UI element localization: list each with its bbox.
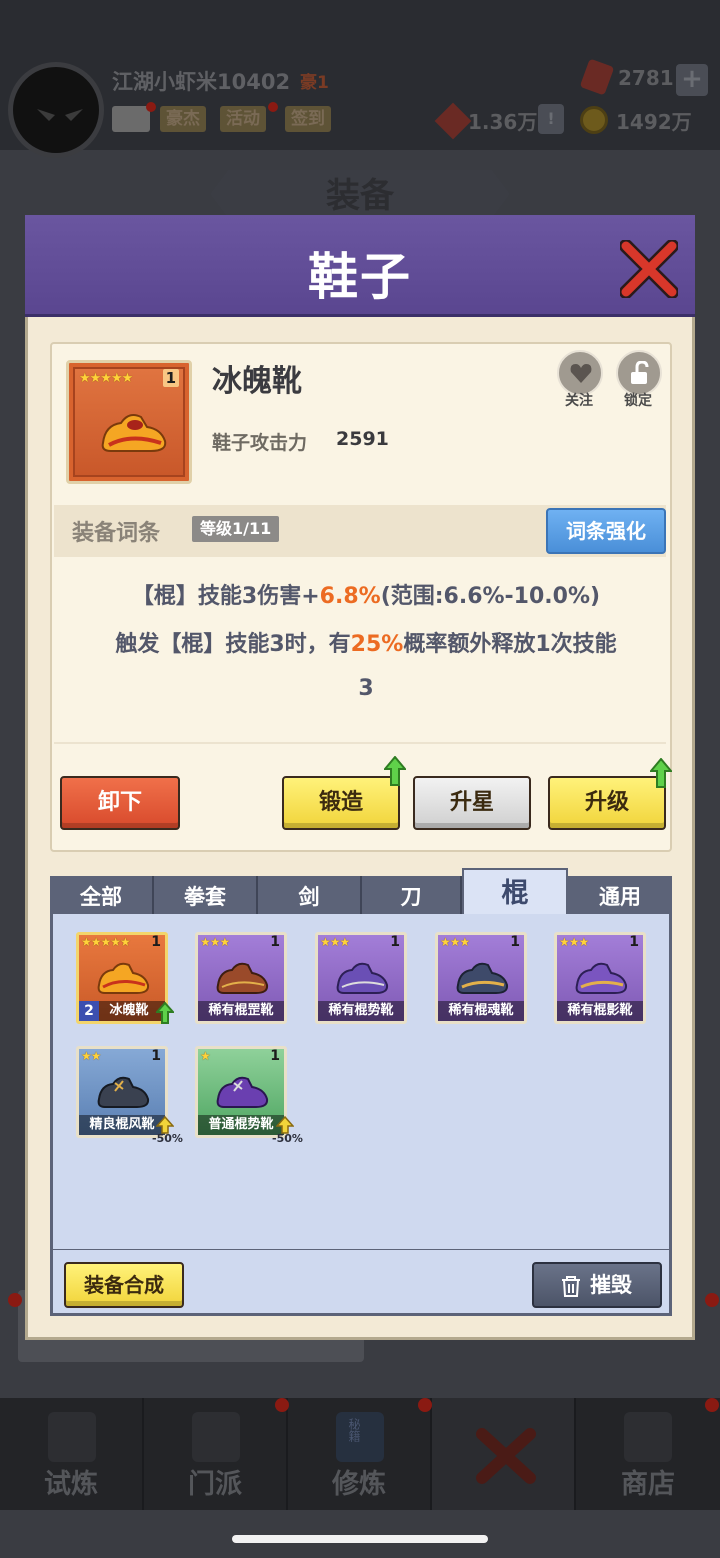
follow-label: 关注 (565, 393, 593, 409)
affix-line-1: 【棍】技能3伤害+6.8%(范围:6.6%-10.0%) (131, 584, 601, 609)
heart-icon (570, 364, 592, 383)
gem-count: 2781 (618, 66, 674, 90)
tab-gauntlet[interactable]: 拳套 (154, 876, 258, 916)
inventory-item[interactable]: ★★★ 1 稀有棍魂靴 (435, 932, 527, 1024)
shoe-icon (101, 414, 167, 452)
background-panel-title: 装备 (210, 170, 510, 218)
shop-icon (624, 1412, 672, 1462)
shoe-icon (336, 962, 389, 994)
inventory-item[interactable]: ★ 1 普通棍势靴 (195, 1046, 287, 1138)
notification-dot (275, 1398, 289, 1412)
notification-dot (8, 1293, 22, 1307)
dialog-title: 鞋子 (308, 248, 412, 306)
gold-coin-icon (580, 106, 608, 134)
shoe-icon (575, 962, 628, 994)
inventory-item[interactable]: ★★★★★ 1 2 冰魄靴 (76, 932, 168, 1024)
weapon-tabs: 全部 拳套 剑 刀 棍 通用 (50, 868, 672, 916)
vip-label: 豪1 (300, 73, 329, 93)
shoe-icon (97, 1076, 150, 1108)
tab-general[interactable]: 通用 (568, 876, 672, 916)
stat-value: 2591 (336, 428, 389, 450)
synthesize-button[interactable]: 装备合成 (64, 1262, 184, 1308)
gold-value: 1492万 (616, 110, 692, 134)
close-icon[interactable] (620, 240, 678, 298)
notification-dot (705, 1293, 719, 1307)
power-value: 1.36万 (468, 110, 538, 134)
mail-icon[interactable] (112, 106, 150, 132)
player-avatar[interactable] (8, 62, 104, 158)
shoe-icon (216, 962, 269, 994)
ninja-icon (48, 1412, 96, 1462)
quantity-badge: 2 (79, 1001, 99, 1021)
upgrade-arrow-icon (384, 756, 406, 786)
tab-sword[interactable]: 剑 (258, 876, 362, 916)
unequip-button[interactable]: 卸下 (60, 776, 180, 830)
inventory-item[interactable]: ★★★ 1 稀有棍影靴 (554, 932, 646, 1024)
screen: 江湖小虾米10402 豪1 豪杰 活动 签到 2781 + 1.36万 ! 14… (0, 0, 720, 1558)
dialog-header: 鞋子 (25, 215, 695, 317)
star-up-button[interactable]: 升星 (413, 776, 531, 830)
inventory-item[interactable]: ★★★ 1 稀有棍罡靴 (195, 932, 287, 1024)
notification-dot (268, 102, 278, 112)
upgrade-arrow-icon (650, 758, 672, 788)
player-name: 江湖小虾米10402 (112, 70, 291, 94)
tab-blade[interactable]: 刀 (362, 876, 462, 916)
nav-cultivate[interactable]: 秘籍 修炼 (288, 1398, 432, 1510)
shoe-icon (216, 1076, 269, 1108)
tab-staff[interactable]: 棍 (462, 868, 568, 916)
book-icon: 秘籍 (336, 1412, 384, 1462)
discount-label: -50% (272, 1132, 303, 1145)
level-up-button[interactable]: 升级 (548, 776, 666, 830)
nav-sect[interactable]: 门派 (144, 1398, 288, 1510)
lock-label: 锁定 (624, 393, 652, 409)
item-icon[interactable]: ★★★★★ 1 (66, 360, 192, 484)
chip-activity[interactable]: 活动 (220, 106, 266, 132)
add-gems-button[interactable]: + (676, 64, 708, 96)
nav-equipment[interactable] (432, 1398, 576, 1510)
home-indicator[interactable] (232, 1535, 488, 1543)
shoe-icon (456, 962, 509, 994)
nav-shop[interactable]: 商店 (576, 1398, 720, 1510)
unlock-icon (631, 361, 649, 384)
forge-button[interactable]: 锻造 (282, 776, 400, 830)
top-hud (0, 0, 720, 150)
shoe-icon (97, 962, 150, 994)
inventory-item[interactable]: ★★★ 1 稀有棍势靴 (315, 932, 407, 1024)
ninja-eyes-icon (37, 109, 83, 121)
tab-all[interactable]: 全部 (50, 876, 154, 916)
affix-line-3: 3 (358, 676, 374, 701)
nav-trial[interactable]: 试炼 (0, 1398, 144, 1510)
inventory-item[interactable]: ★★ 1 精良棍风靴 (76, 1046, 168, 1138)
item-name: 冰魄靴 (212, 364, 302, 399)
notification-dot (418, 1398, 432, 1412)
info-icon[interactable]: ! (538, 104, 564, 134)
affix-enhance-button[interactable]: 词条强化 (546, 508, 666, 554)
crossed-swords-icon (476, 1428, 536, 1484)
trash-icon (562, 1276, 580, 1297)
discount-label: -50% (152, 1132, 183, 1145)
divider (54, 742, 666, 744)
chip-haojie[interactable]: 豪杰 (160, 106, 206, 132)
destroy-button[interactable]: 摧毁 (532, 1262, 662, 1308)
upgrade-arrow-icon (156, 1002, 174, 1024)
notification-dot (146, 102, 156, 112)
temple-icon (192, 1412, 240, 1462)
stat-label: 鞋子攻击力 (212, 432, 308, 454)
affix-line-2: 触发【棍】技能3时，有25%概率额外释放1次技能 (115, 632, 617, 657)
notification-dot (705, 1398, 719, 1412)
chip-signin[interactable]: 签到 (285, 106, 331, 132)
affix-level-tag: 等级1/11 (192, 516, 280, 542)
